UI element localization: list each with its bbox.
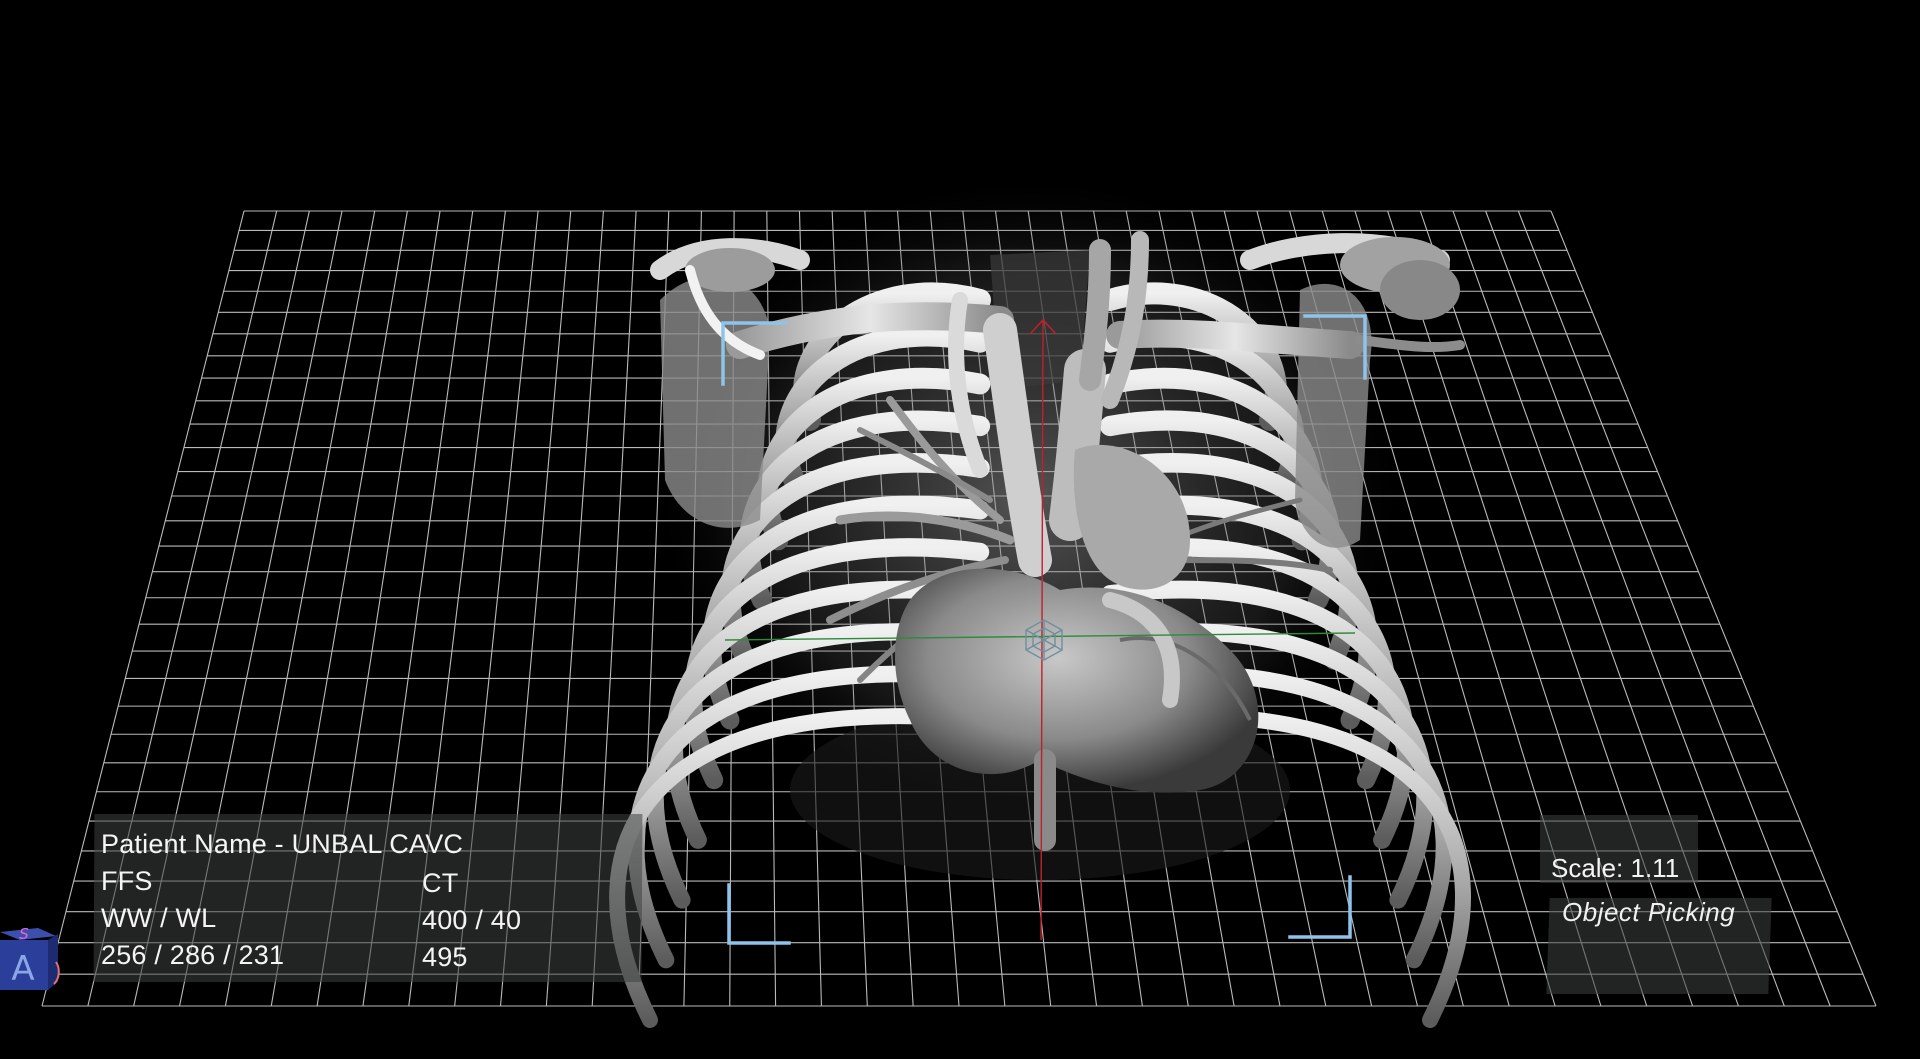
volume-dimensions-text: 256 / 286 / 231 xyxy=(101,940,285,970)
modality-text: CT xyxy=(422,868,459,898)
window-level-label: WW / WL xyxy=(101,903,217,933)
patient-name-text: Patient Name - UNBAL CAVC xyxy=(101,829,464,859)
cube-face-superior: S xyxy=(19,925,29,943)
cube-face-anterior: A xyxy=(11,949,34,989)
thorax-volume[interactable] xyxy=(609,170,1471,1028)
scale-label: Scale: 1.11 xyxy=(1551,853,1680,883)
bracket-bottom-left xyxy=(727,883,791,945)
volume-render-viewport[interactable]: Patient Name - UNBAL CAVC FFS CT WW / WL… xyxy=(0,0,1920,1059)
slice-count-text: 495 xyxy=(422,942,468,972)
window-level-value: 400 / 40 xyxy=(422,905,522,935)
bracket-bottom-right xyxy=(1288,875,1352,939)
orientation-cube-icon[interactable]: S A xyxy=(0,922,60,998)
patient-orientation-text: FFS xyxy=(101,866,153,896)
object-picking-button[interactable]: Object Picking xyxy=(1562,897,1735,928)
